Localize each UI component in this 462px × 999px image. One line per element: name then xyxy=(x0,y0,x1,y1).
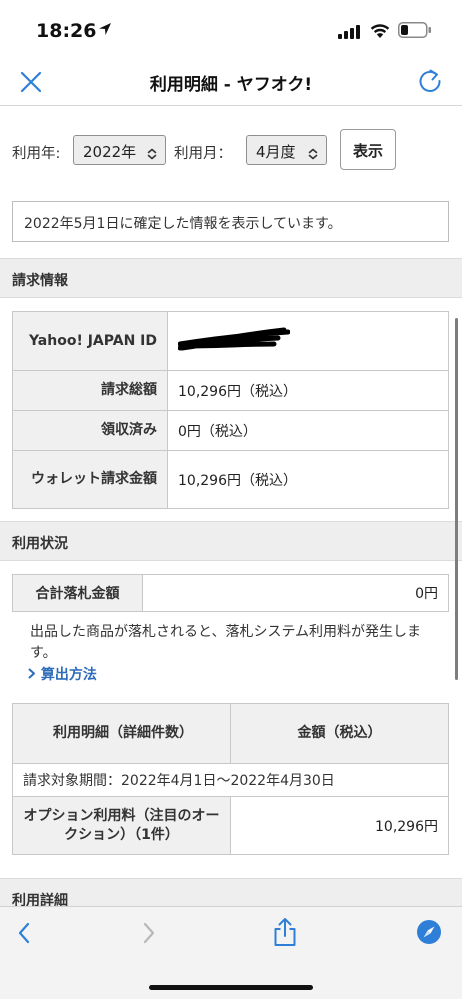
row-value: 10,296円（税込） xyxy=(167,450,449,509)
compass-icon[interactable] xyxy=(416,919,442,949)
month-select[interactable]: 4月度 xyxy=(246,135,327,165)
chevron-updown-icon xyxy=(147,146,157,164)
status-bar: 18:26 xyxy=(0,0,462,56)
header-amount: 金額（税込） xyxy=(230,703,449,764)
billing-table: Yahoo! JAPAN ID 請求総額 10,296円（税込） 領収済み 0円… xyxy=(12,311,449,509)
year-select[interactable]: 2022年 xyxy=(73,135,166,165)
row-label: 領収済み xyxy=(12,410,168,451)
table-row: 領収済み 0円（税込） xyxy=(12,410,449,451)
row-value: 10,296円（税込） xyxy=(167,370,449,411)
refresh-icon[interactable] xyxy=(416,67,444,95)
table-row: ウォレット請求金額 10,296円（税込） xyxy=(12,450,449,509)
table-row: Yahoo! JAPAN ID xyxy=(12,311,449,371)
cellular-signal-icon xyxy=(338,24,362,43)
month-select-value: 4月度 xyxy=(256,143,296,161)
table-row: 請求対象期間：2022年4月1日〜2022年4月30日 xyxy=(12,763,449,797)
detail-item: オプション利用料（注目のオークション）（1件） xyxy=(12,796,231,855)
row-label: ウォレット請求金額 xyxy=(12,450,168,509)
month-label: 利用月： xyxy=(174,146,232,162)
summary-value: 0円 xyxy=(142,574,449,612)
table-row: 請求総額 10,296円（税込） xyxy=(12,370,449,411)
header-item: 利用明細（詳細件数） xyxy=(12,703,231,764)
section-header-billing: 請求情報 xyxy=(0,258,462,298)
summary-table: 合計落札金額 0円 xyxy=(12,574,449,612)
share-icon[interactable] xyxy=(272,917,298,951)
row-label: 請求総額 xyxy=(12,370,168,411)
info-message: 2022年5月1日に確定した情報を表示しています。 xyxy=(12,201,449,242)
row-value: 0円（税込） xyxy=(167,410,449,451)
status-time: 18:26 xyxy=(36,20,97,42)
page-title: 利用明細 - ヤフオク! xyxy=(149,75,313,95)
row-value xyxy=(167,311,449,371)
summary-label: 合計落札金額 xyxy=(12,574,143,612)
calculation-method-link[interactable]: 算出方法 xyxy=(28,664,97,684)
filter-row: 利用年: 2022年 利用月： 4月度 表示 xyxy=(0,128,462,174)
detail-amount: 10,296円 xyxy=(230,796,449,855)
row-label: Yahoo! JAPAN ID xyxy=(12,311,168,371)
table-header-row: 利用明細（詳細件数） 金額（税込） xyxy=(12,703,449,764)
wifi-icon xyxy=(370,23,390,43)
nav-bar: 利用明細 - ヤフオク! xyxy=(0,56,462,106)
chevron-right-icon[interactable] xyxy=(141,921,157,949)
scrollbar[interactable] xyxy=(455,318,458,680)
redaction-scribble xyxy=(177,327,291,351)
fee-note: 出品した商品が落札されると、落札システム利用料が発生します。 xyxy=(30,624,422,661)
chevron-left-icon[interactable] xyxy=(16,921,32,949)
section-header-usage: 利用状況 xyxy=(0,521,462,561)
billing-period: 請求対象期間：2022年4月1日〜2022年4月30日 xyxy=(12,763,449,797)
battery-icon xyxy=(398,22,432,42)
bottom-toolbar xyxy=(0,906,462,999)
chevron-updown-icon xyxy=(308,146,318,164)
calculation-method-label: 算出方法 xyxy=(40,667,97,683)
table-row: 合計落札金額 0円 xyxy=(12,574,449,612)
table-row: オプション利用料（注目のオークション）（1件） 10,296円 xyxy=(12,796,449,855)
chevron-right-icon xyxy=(28,668,35,679)
detail-table: 利用明細（詳細件数） 金額（税込） 請求対象期間：2022年4月1日〜2022年… xyxy=(12,703,449,855)
location-arrow-icon xyxy=(97,21,113,41)
year-select-value: 2022年 xyxy=(83,143,137,161)
home-indicator xyxy=(149,985,313,990)
year-label: 利用年: xyxy=(12,146,61,162)
show-button[interactable]: 表示 xyxy=(340,129,396,170)
